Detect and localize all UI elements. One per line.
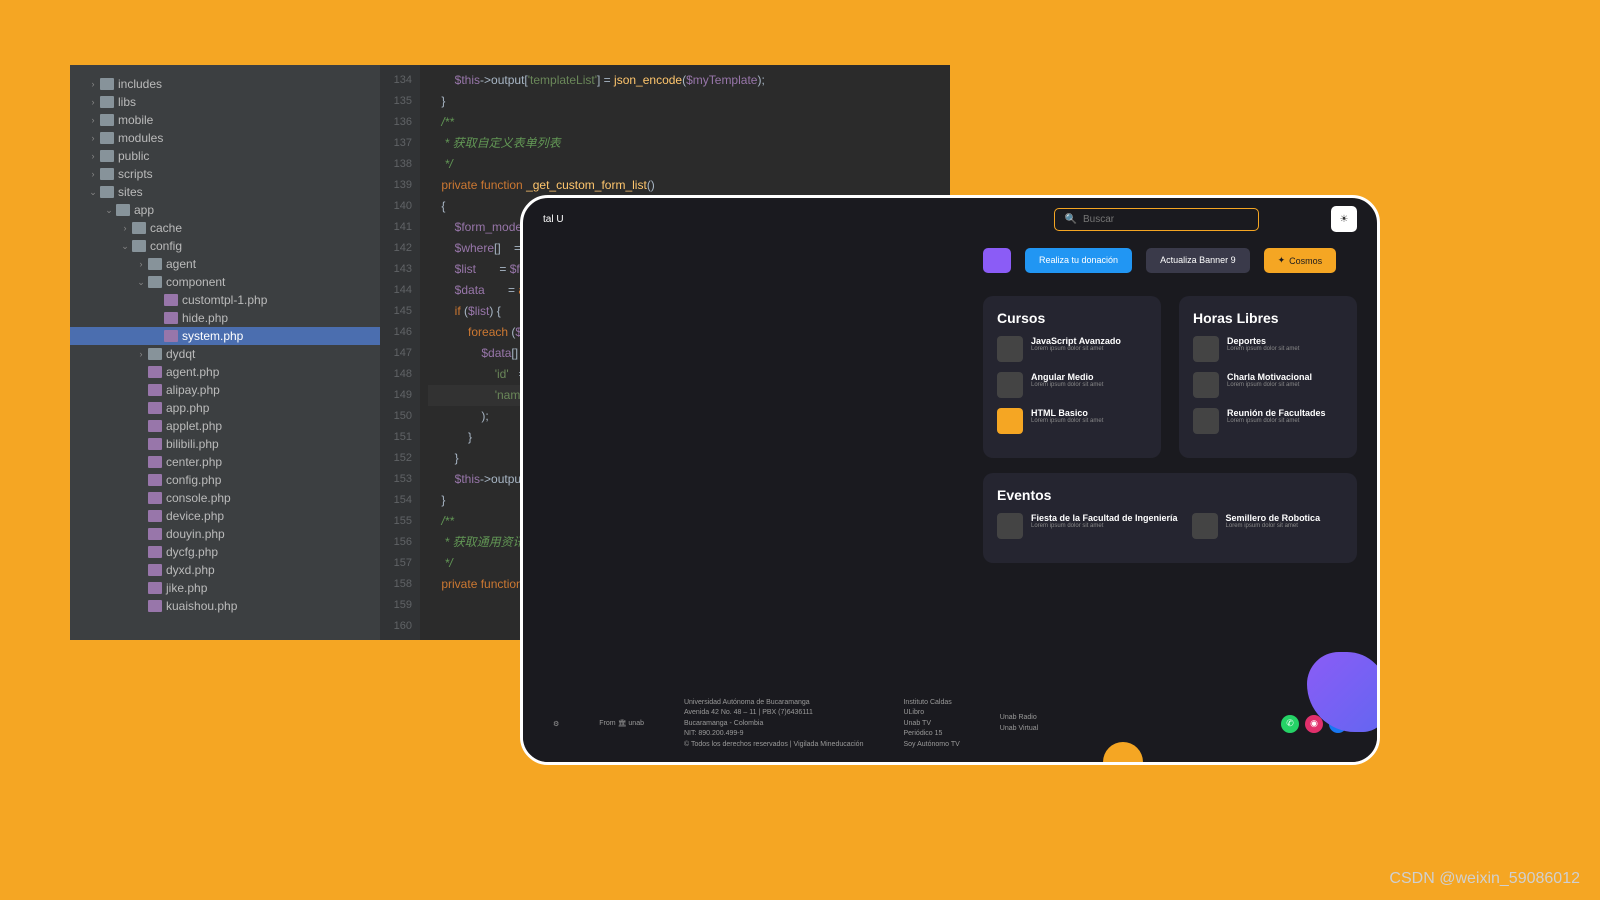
tree-item[interactable]: dycfg.php <box>70 543 380 561</box>
project-tree[interactable]: ›includes›libs›mobile›modules›public›scr… <box>70 65 380 640</box>
list-item[interactable]: Angular MedioLorem ipsum dolor sit amet <box>997 372 1147 398</box>
thumb <box>1193 336 1219 362</box>
thumb <box>997 513 1023 539</box>
eventos-title: Eventos <box>997 487 1343 503</box>
action-buttons: Realiza tu donación Actualiza Banner 9 ✦… <box>963 240 1377 281</box>
thumb <box>1193 408 1219 434</box>
tablet-header: tal U 🔍 ☀ <box>523 198 1377 240</box>
tree-item[interactable]: device.php <box>70 507 380 525</box>
search-input[interactable] <box>1083 214 1215 225</box>
list-item[interactable]: HTML BasicoLorem ipsum dolor sit amet <box>997 408 1147 434</box>
tree-item[interactable]: bilibili.php <box>70 435 380 453</box>
list-item[interactable]: JavaScript AvanzadoLorem ipsum dolor sit… <box>997 336 1147 362</box>
tree-item[interactable]: console.php <box>70 489 380 507</box>
tree-item[interactable]: ›mobile <box>70 111 380 129</box>
banner-button[interactable]: Actualiza Banner 9 <box>1146 248 1250 273</box>
tree-item[interactable]: hide.php <box>70 309 380 327</box>
tree-item[interactable]: jike.php <box>70 579 380 597</box>
horas-title: Horas Libres <box>1193 310 1343 326</box>
thumb <box>1193 372 1219 398</box>
tree-item[interactable]: kuaishou.php <box>70 597 380 615</box>
search-icon: 🔍 <box>1065 214 1077 225</box>
tree-item[interactable]: ›public <box>70 147 380 165</box>
tree-item[interactable]: applet.php <box>70 417 380 435</box>
tree-item[interactable]: dyxd.php <box>70 561 380 579</box>
tree-item[interactable]: ›scripts <box>70 165 380 183</box>
line-gutter: 1341351361371381391401411421431441451461… <box>380 65 420 640</box>
thumb <box>997 336 1023 362</box>
list-item[interactable]: Charla MotivacionalLorem ipsum dolor sit… <box>1193 372 1343 398</box>
tree-item[interactable]: agent.php <box>70 363 380 381</box>
whatsapp-icon[interactable]: ✆ <box>1281 715 1299 733</box>
gear-icon[interactable]: ⚙ <box>553 720 559 728</box>
tree-item[interactable]: ›agent <box>70 255 380 273</box>
footer-links-2: Unab RadioUnab Virtual <box>1000 713 1038 734</box>
cursos-title: Cursos <box>997 310 1147 326</box>
tree-item[interactable]: ⌄component <box>70 273 380 291</box>
tree-item[interactable]: ›dydqt <box>70 345 380 363</box>
list-item[interactable]: DeportesLorem ipsum dolor sit amet <box>1193 336 1343 362</box>
donate-button[interactable]: Realiza tu donación <box>1025 248 1132 273</box>
eventos-card: Eventos Fiesta de la Facultad de Ingenie… <box>983 473 1357 563</box>
purple-button[interactable] <box>983 248 1011 273</box>
tree-item[interactable]: alipay.php <box>70 381 380 399</box>
settings-button[interactable]: ☀ <box>1331 206 1357 232</box>
tree-item[interactable]: config.php <box>70 471 380 489</box>
horas-card: Horas Libres DeportesLorem ipsum dolor s… <box>1179 296 1357 458</box>
thumb <box>997 372 1023 398</box>
tree-item[interactable]: ›libs <box>70 93 380 111</box>
thumb <box>1192 513 1218 539</box>
list-item[interactable]: Fiesta de la Facultad de IngenieríaLorem… <box>997 513 1178 539</box>
tree-item[interactable]: ⌄app <box>70 201 380 219</box>
list-item[interactable]: Reunión de FacultadesLorem ipsum dolor s… <box>1193 408 1343 434</box>
footer-address: Universidad Autónoma de BucaramangaAveni… <box>684 698 864 751</box>
cosmos-button[interactable]: ✦Cosmos <box>1264 248 1337 273</box>
cosmos-icon: ✦ <box>1278 255 1286 266</box>
cards-row: Cursos JavaScript AvanzadoLorem ipsum do… <box>963 281 1377 473</box>
thumb <box>997 408 1023 434</box>
tree-item[interactable]: douyin.php <box>70 525 380 543</box>
list-item[interactable]: Semillero de RoboticaLorem ipsum dolor s… <box>1192 513 1321 539</box>
tree-item[interactable]: customtpl-1.php <box>70 291 380 309</box>
tree-item[interactable]: ›includes <box>70 75 380 93</box>
cursos-card: Cursos JavaScript AvanzadoLorem ipsum do… <box>983 296 1161 458</box>
tree-item[interactable]: system.php <box>70 327 380 345</box>
tree-item[interactable]: app.php <box>70 399 380 417</box>
search-field[interactable]: 🔍 <box>1054 208 1259 231</box>
footer-links-1: Instituto CaldasULibroUnab TVPeriódico 1… <box>903 698 959 751</box>
tree-item[interactable]: ›cache <box>70 219 380 237</box>
tablet-footer: ⚙ From 🏛 unab Universidad Autónoma de Bu… <box>523 686 1377 763</box>
tablet-mockup: tal U 🔍 ☀ Realiza tu donación Actualiza … <box>520 195 1380 765</box>
from-label: From 🏛 unab <box>599 719 644 730</box>
tree-item[interactable]: ⌄sites <box>70 183 380 201</box>
page-title: tal U <box>543 214 564 225</box>
tree-item[interactable]: ›modules <box>70 129 380 147</box>
tree-item[interactable]: ⌄config <box>70 237 380 255</box>
watermark: CSDN @weixin_59086012 <box>1389 870 1580 888</box>
tree-item[interactable]: center.php <box>70 453 380 471</box>
